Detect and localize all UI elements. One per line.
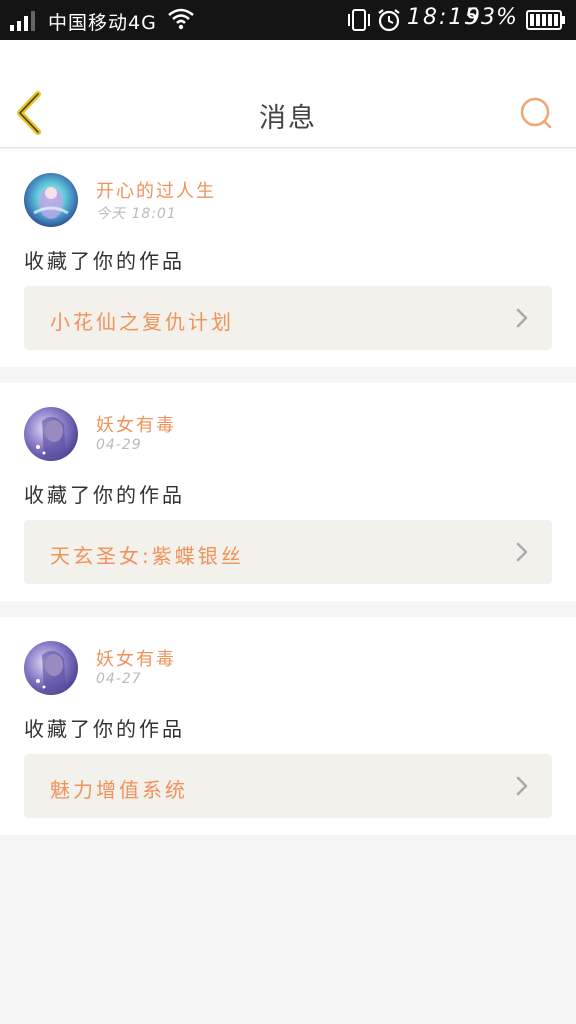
- user-name[interactable]: 妖女有毒: [96, 645, 176, 671]
- message-action: 收藏了你的作品: [24, 483, 185, 507]
- message-action: 收藏了你的作品: [24, 717, 185, 741]
- chevron-right-icon: [516, 308, 528, 328]
- work-link[interactable]: 天玄圣女:紫蝶银丝: [24, 520, 552, 584]
- header-bar: 消息: [0, 40, 576, 148]
- work-title: 魅力增值系统: [50, 778, 188, 802]
- work-link[interactable]: 魅力增值系统: [24, 754, 552, 818]
- chevron-right-icon: [516, 542, 528, 562]
- message-card: 妖女有毒 04-27 收藏了你的作品 魅力增值系统: [0, 617, 576, 835]
- message-time: 今天 18:01: [96, 206, 177, 222]
- battery-percent: 93%: [466, 5, 518, 30]
- message-action: 收藏了你的作品: [24, 249, 185, 273]
- user-name[interactable]: 开心的过人生: [96, 177, 216, 203]
- avatar[interactable]: [24, 641, 78, 695]
- message-card: 妖女有毒 04-29 收藏了你的作品 天玄圣女:紫蝶银丝: [0, 383, 576, 601]
- avatar[interactable]: [24, 407, 78, 461]
- message-card: 开心的过人生 今天 18:01 收藏了你的作品 小花仙之复仇计划: [0, 149, 576, 367]
- wifi-icon: [168, 8, 194, 30]
- search-icon: [520, 97, 552, 129]
- carrier-label: 中国移动4G: [48, 12, 157, 34]
- alarm-icon: [378, 9, 400, 32]
- work-title: 天玄圣女:紫蝶银丝: [50, 544, 244, 568]
- work-title: 小花仙之复仇计划: [50, 310, 234, 334]
- work-link[interactable]: 小花仙之复仇计划: [24, 286, 552, 350]
- page-title: 消息: [259, 103, 317, 134]
- status-bar: 中国移动4G 18:15 93%: [0, 0, 576, 40]
- message-time: 04-27: [96, 671, 142, 687]
- vibrate-icon: [348, 9, 370, 31]
- avatar[interactable]: [24, 173, 78, 227]
- signal-icon: [10, 11, 35, 31]
- message-time: 04-29: [96, 437, 142, 453]
- chevron-right-icon: [516, 776, 528, 796]
- user-name[interactable]: 妖女有毒: [96, 411, 176, 437]
- battery-icon: [526, 10, 565, 30]
- search-button[interactable]: [516, 94, 556, 134]
